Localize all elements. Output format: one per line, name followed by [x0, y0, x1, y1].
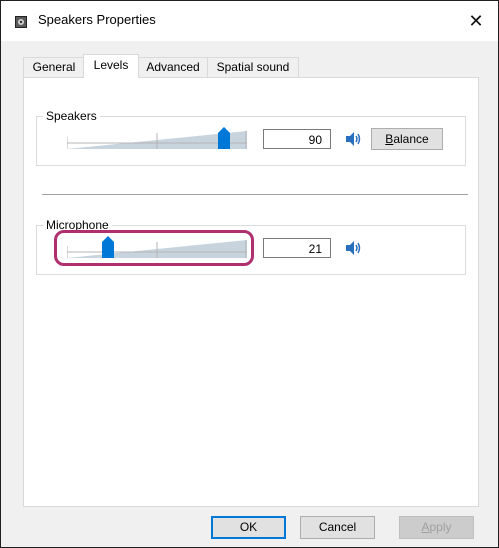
tab-label: Spatial sound — [216, 60, 290, 74]
speakers-group-label: Speakers — [43, 109, 100, 123]
speaker-volume-icon — [346, 132, 361, 146]
tab-spatial-sound[interactable]: Spatial sound — [207, 57, 299, 77]
speaker-volume-icon — [346, 241, 361, 255]
tab-levels[interactable]: Levels — [83, 54, 139, 78]
apply-label: pply — [429, 520, 452, 534]
cancel-button[interactable]: Cancel — [300, 516, 375, 539]
levels-panel: Speakers 90 Balance Microphone 21 — [23, 77, 479, 507]
microphone-group: Microphone 21 — [36, 218, 466, 275]
speaker-device-icon — [15, 16, 27, 28]
speakers-properties-dialog: Speakers Properties ✕ General Levels Adv… — [0, 0, 499, 548]
tab-label: General — [32, 60, 76, 74]
microphone-mute-button[interactable] — [343, 238, 363, 258]
ok-label: OK — [239, 520, 258, 534]
close-button[interactable]: ✕ — [454, 1, 498, 41]
tab-label: Advanced — [146, 60, 200, 74]
speakers-slider-thumb[interactable] — [218, 127, 230, 149]
close-icon: ✕ — [468, 11, 484, 31]
speakers-level-input[interactable]: 90 — [263, 129, 331, 149]
title-bar: Speakers Properties ✕ — [1, 1, 498, 41]
window-title: Speakers Properties — [38, 12, 156, 27]
tab-general[interactable]: General — [23, 57, 85, 77]
ok-button[interactable]: OK — [211, 516, 286, 539]
speakers-group: Speakers 90 Balance — [36, 109, 466, 166]
apply-button[interactable]: Apply — [399, 516, 474, 539]
tab-advanced[interactable]: Advanced — [137, 57, 209, 77]
apply-accelerator: A — [421, 520, 430, 534]
tab-label: Levels — [93, 58, 129, 72]
cancel-label: Cancel — [318, 520, 357, 534]
microphone-slider-highlight — [54, 230, 254, 266]
balance-label: alance — [393, 132, 429, 146]
separator-line — [42, 194, 468, 195]
speakers-mute-button[interactable] — [343, 129, 363, 149]
microphone-level-input[interactable]: 21 — [263, 238, 331, 258]
speakers-volume-slider[interactable] — [67, 127, 247, 151]
balance-button[interactable]: Balance — [371, 128, 443, 150]
